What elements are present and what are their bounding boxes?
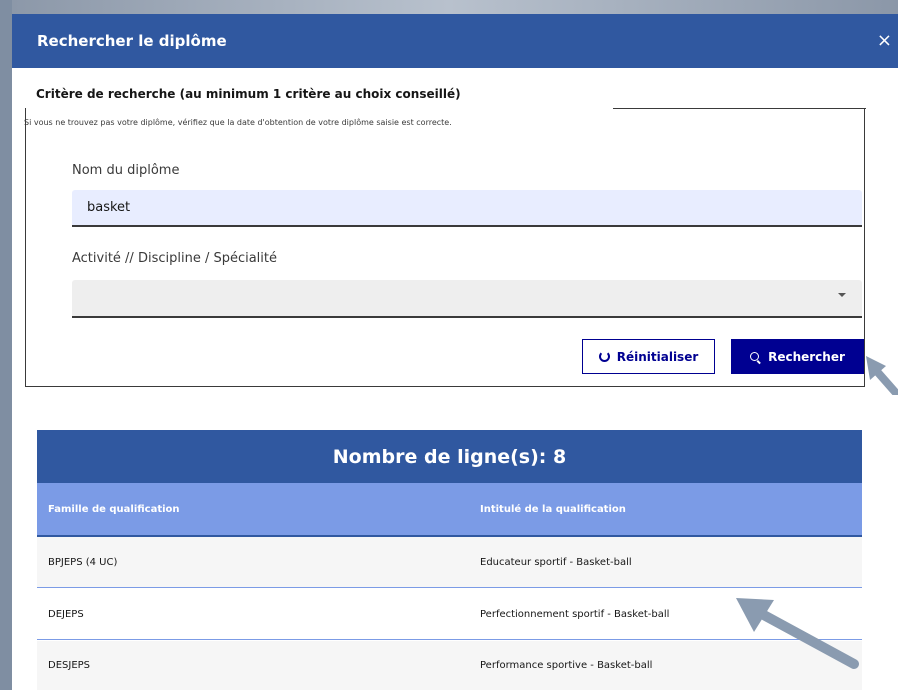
results-count-header: Nombre de ligne(s): 8 xyxy=(37,430,862,483)
search-button[interactable]: Rechercher xyxy=(731,339,864,374)
chevron-down-icon xyxy=(838,293,846,297)
diploma-name-input[interactable] xyxy=(72,190,862,227)
modal-header: Rechercher le diplôme xyxy=(12,14,898,68)
criteria-hint: Si vous ne trouvez pas votre diplôme, vé… xyxy=(24,118,452,127)
backdrop-left xyxy=(0,0,12,690)
reset-button-label: Réinitialiser xyxy=(616,349,699,364)
row-family: DESJEPS xyxy=(48,660,91,671)
search-button-label: Rechercher xyxy=(768,349,845,364)
row-family: BPJEPS (4 UC) xyxy=(48,556,118,568)
table-header-row: Famille de qualification Intitulé de la … xyxy=(37,483,862,537)
refresh-icon xyxy=(598,351,610,362)
table-row[interactable]: BPJEPS (4 UC) Educateur sportif - Basket… xyxy=(37,537,862,588)
criteria-title: Critère de recherche (au minimum 1 critè… xyxy=(36,87,461,101)
backdrop xyxy=(0,0,898,14)
row-family: DEJEPS xyxy=(48,608,84,620)
row-title: Performance sportive - Basket-ball xyxy=(480,660,653,671)
activity-select[interactable] xyxy=(72,280,862,318)
column-header-title: Intitulé de la qualification xyxy=(480,503,626,515)
reset-button[interactable]: Réinitialiser xyxy=(582,339,715,374)
search-icon xyxy=(750,351,760,362)
pointer-arrow-icon xyxy=(866,356,898,395)
pointer-arrow-icon xyxy=(736,598,859,669)
results-count: Nombre de ligne(s): 8 xyxy=(332,445,567,468)
diploma-name-label: Nom du diplôme xyxy=(72,163,180,178)
activity-label: Activité // Discipline / Spécialité xyxy=(72,251,278,266)
column-header-family: Famille de qualification xyxy=(48,503,180,515)
row-title: Educateur sportif - Basket-ball xyxy=(480,556,632,568)
close-icon[interactable]: × xyxy=(877,32,892,50)
modal-title: Rechercher le diplôme xyxy=(37,32,227,50)
row-title: Perfectionnement sportif - Basket-ball xyxy=(480,608,670,620)
